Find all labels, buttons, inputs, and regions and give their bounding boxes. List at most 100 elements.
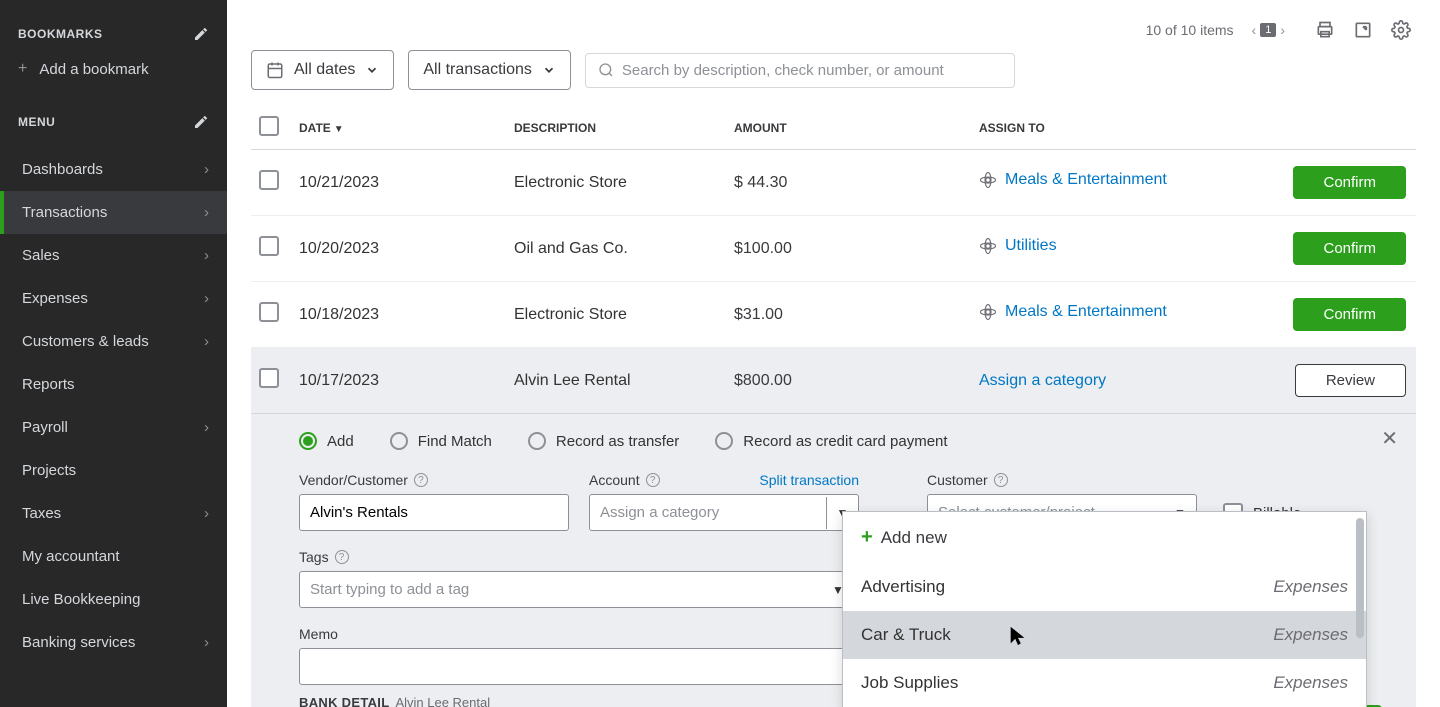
sidebar-item-my-accountant[interactable]: My accountant bbox=[0, 535, 227, 578]
chevron-down-icon bbox=[365, 63, 379, 77]
row-checkbox[interactable] bbox=[259, 170, 279, 190]
sidebar-item-dashboards[interactable]: Dashboards› bbox=[0, 148, 227, 191]
radio-credit-card[interactable]: Record as credit card payment bbox=[715, 432, 947, 450]
next-page-icon[interactable]: › bbox=[1280, 22, 1285, 38]
category-link[interactable]: Utilities bbox=[979, 237, 1057, 255]
scrollbar[interactable] bbox=[1356, 518, 1364, 638]
tags-label: Tags bbox=[299, 549, 329, 565]
add-bookmark-button[interactable]: + Add a bookmark bbox=[0, 50, 227, 88]
pager: ‹ 1 › bbox=[1252, 22, 1285, 38]
tags-input[interactable] bbox=[300, 572, 822, 607]
help-icon[interactable]: ? bbox=[335, 550, 349, 564]
sidebar-item-label: Customers & leads bbox=[22, 333, 149, 350]
sidebar-item-expenses[interactable]: Expenses› bbox=[0, 277, 227, 320]
date-filter-button[interactable]: All dates bbox=[251, 50, 394, 90]
column-amount[interactable]: AMOUNT bbox=[734, 121, 979, 135]
cell-description: Alvin Lee Rental bbox=[514, 372, 734, 390]
cell-description: Electronic Store bbox=[514, 174, 734, 192]
category-link[interactable]: Meals & Entertainment bbox=[979, 171, 1167, 189]
help-icon[interactable]: ? bbox=[414, 473, 428, 487]
main-content: 10 of 10 items ‹ 1 › All d bbox=[227, 0, 1440, 707]
sort-caret-icon: ▼ bbox=[334, 124, 344, 135]
search-input[interactable] bbox=[622, 62, 1002, 79]
dropdown-item[interactable]: Job Supplies Expenses bbox=[843, 659, 1366, 707]
gear-icon[interactable] bbox=[1391, 20, 1411, 40]
category-link[interactable]: Meals & Entertainment bbox=[979, 303, 1167, 321]
memo-label: Memo bbox=[299, 626, 338, 642]
column-date[interactable]: DATE▼ bbox=[299, 121, 514, 135]
confirm-button[interactable]: Confirm bbox=[1293, 298, 1406, 331]
cell-description: Oil and Gas Co. bbox=[514, 240, 734, 258]
sidebar-item-customers-leads[interactable]: Customers & leads› bbox=[0, 320, 227, 363]
account-input[interactable] bbox=[590, 495, 826, 530]
sidebar-item-live-bookkeeping[interactable]: Live Bookkeeping bbox=[0, 578, 227, 621]
column-description[interactable]: DESCRIPTION bbox=[514, 121, 734, 135]
chevron-right-icon: › bbox=[204, 161, 209, 178]
help-icon[interactable]: ? bbox=[994, 473, 1008, 487]
type-filter-label: All transactions bbox=[423, 61, 532, 79]
sidebar-item-transactions[interactable]: Transactions› bbox=[0, 191, 227, 234]
column-assign[interactable]: ASSIGN TO bbox=[979, 121, 1199, 135]
sidebar-item-banking-services[interactable]: Banking services› bbox=[0, 621, 227, 664]
bookmarks-header: BOOKMARKS bbox=[0, 18, 227, 50]
dropdown-item-name: Job Supplies bbox=[861, 673, 958, 693]
table-row[interactable]: 10/21/2023Electronic Store$ 44.30Meals &… bbox=[251, 150, 1416, 216]
pencil-icon[interactable] bbox=[193, 26, 209, 42]
sidebar-item-label: Payroll bbox=[22, 419, 68, 436]
radio-add[interactable]: Add bbox=[299, 432, 354, 450]
dropdown-item-type: Expenses bbox=[1273, 673, 1348, 693]
category-icon bbox=[979, 237, 997, 255]
table-row[interactable]: 10/20/2023Oil and Gas Co.$100.00Utilitie… bbox=[251, 216, 1416, 282]
close-icon[interactable]: ✕ bbox=[1381, 426, 1398, 451]
sidebar-item-taxes[interactable]: Taxes› bbox=[0, 492, 227, 535]
export-icon[interactable] bbox=[1353, 20, 1373, 40]
confirm-button[interactable]: Confirm bbox=[1293, 232, 1406, 265]
sidebar-item-label: Transactions bbox=[22, 204, 107, 221]
row-checkbox[interactable] bbox=[259, 236, 279, 256]
prev-page-icon[interactable]: ‹ bbox=[1252, 22, 1257, 38]
cell-date: 10/20/2023 bbox=[299, 240, 514, 258]
pencil-icon[interactable] bbox=[193, 114, 209, 130]
dropdown-add-new[interactable]: +Add new bbox=[843, 512, 1366, 563]
sidebar-item-label: My accountant bbox=[22, 548, 120, 565]
cell-description: Electronic Store bbox=[514, 306, 734, 324]
plus-icon: + bbox=[861, 526, 873, 548]
radio-find-match[interactable]: Find Match bbox=[390, 432, 492, 450]
dropdown-item-name: Advertising bbox=[861, 577, 945, 597]
chevron-right-icon: › bbox=[204, 290, 209, 307]
table-row[interactable]: 10/18/2023Electronic Store$31.00Meals & … bbox=[251, 282, 1416, 348]
row-checkbox[interactable] bbox=[259, 368, 279, 388]
search-box[interactable] bbox=[585, 53, 1015, 88]
account-label: Account bbox=[589, 472, 640, 488]
sidebar-item-label: Reports bbox=[22, 376, 75, 393]
sidebar-item-projects[interactable]: Projects bbox=[0, 449, 227, 492]
split-transaction-link[interactable]: Split transaction bbox=[759, 472, 859, 488]
sidebar-item-sales[interactable]: Sales› bbox=[0, 234, 227, 277]
assign-category-link[interactable]: Assign a category bbox=[979, 372, 1106, 389]
dropdown-item[interactable]: AdvertisingExpenses bbox=[843, 563, 1366, 611]
print-icon[interactable] bbox=[1315, 20, 1335, 40]
dropdown-item[interactable]: Car & TruckExpenses bbox=[843, 611, 1366, 659]
help-icon[interactable]: ? bbox=[646, 473, 660, 487]
sidebar-item-reports[interactable]: Reports bbox=[0, 363, 227, 406]
vendor-input[interactable] bbox=[299, 494, 569, 531]
page-number[interactable]: 1 bbox=[1260, 23, 1276, 37]
menu-header: MENU bbox=[0, 106, 227, 138]
account-select[interactable]: ▼ bbox=[589, 494, 859, 531]
confirm-button[interactable]: Confirm bbox=[1293, 166, 1406, 199]
tags-select[interactable]: ▼ bbox=[299, 571, 855, 608]
review-button[interactable]: Review bbox=[1295, 364, 1406, 397]
memo-input[interactable] bbox=[299, 648, 855, 685]
type-filter-button[interactable]: All transactions bbox=[408, 50, 571, 90]
select-all-checkbox[interactable] bbox=[259, 116, 279, 136]
sidebar-item-payroll[interactable]: Payroll› bbox=[0, 406, 227, 449]
category-icon bbox=[979, 303, 997, 321]
sidebar-item-label: Projects bbox=[22, 462, 76, 479]
row-checkbox[interactable] bbox=[259, 302, 279, 322]
radio-transfer[interactable]: Record as transfer bbox=[528, 432, 679, 450]
sidebar-item-label: Taxes bbox=[22, 505, 61, 522]
table-header: DATE▼ DESCRIPTION AMOUNT ASSIGN TO bbox=[251, 106, 1416, 150]
table-row[interactable]: 10/17/2023Alvin Lee Rental$800.00Assign … bbox=[251, 348, 1416, 414]
chevron-right-icon: › bbox=[204, 247, 209, 264]
transactions-table: DATE▼ DESCRIPTION AMOUNT ASSIGN TO 10/21… bbox=[251, 106, 1416, 414]
